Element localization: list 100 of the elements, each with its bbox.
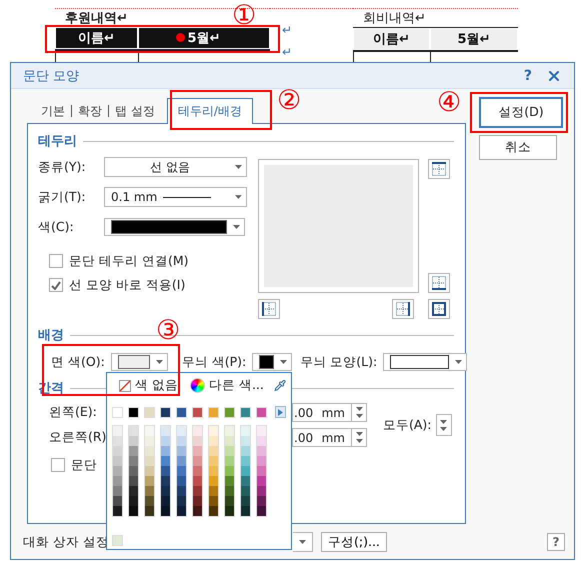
- cancel-button[interactable]: 취소: [479, 135, 557, 160]
- color-swatch[interactable]: [209, 426, 218, 436]
- color-swatch[interactable]: [241, 496, 250, 506]
- color-swatch[interactable]: [241, 486, 250, 496]
- color-swatch[interactable]: [145, 476, 154, 486]
- color-swatch[interactable]: [129, 506, 138, 516]
- color-swatch[interactable]: [241, 436, 250, 446]
- color-swatch[interactable]: [225, 476, 234, 486]
- color-swatch[interactable]: [161, 466, 170, 476]
- border-button[interactable]: [428, 299, 450, 319]
- color-swatch[interactable]: [112, 535, 123, 546]
- configure-button[interactable]: 구성(;)...: [321, 532, 387, 552]
- color-swatch[interactable]: [129, 456, 138, 466]
- color-swatch[interactable]: [145, 486, 154, 496]
- face-color-dropdown[interactable]: [110, 353, 168, 371]
- pattern-color-dropdown[interactable]: [252, 353, 292, 371]
- color-swatch[interactable]: [113, 456, 122, 466]
- color-swatch[interactable]: [257, 446, 266, 456]
- color-swatch[interactable]: [177, 426, 186, 436]
- color-swatch[interactable]: [112, 406, 123, 418]
- color-swatch[interactable]: [129, 426, 138, 436]
- tab[interactable]: 탭 설정: [109, 101, 161, 121]
- color-swatch[interactable]: [160, 406, 171, 418]
- checkbox[interactable]: [49, 254, 63, 268]
- color-swatch[interactable]: [177, 466, 186, 476]
- color-swatch[interactable]: [145, 456, 154, 466]
- pattern-shape-dropdown[interactable]: [383, 353, 468, 371]
- color-swatch[interactable]: [241, 426, 250, 436]
- border-button[interactable]: [392, 299, 414, 319]
- color-swatch[interactable]: [193, 466, 202, 476]
- color-swatch[interactable]: [225, 496, 234, 506]
- checkbox[interactable]: [49, 278, 63, 292]
- color-swatch[interactable]: [177, 496, 186, 506]
- color-swatch[interactable]: [193, 436, 202, 446]
- color-swatch[interactable]: [225, 466, 234, 476]
- color-swatch[interactable]: [129, 446, 138, 456]
- color-swatch[interactable]: [225, 456, 234, 466]
- color-swatch[interactable]: [257, 456, 266, 466]
- color-swatch[interactable]: [113, 486, 122, 496]
- color-swatch[interactable]: [225, 436, 234, 446]
- color-swatch[interactable]: [240, 406, 251, 418]
- color-swatch[interactable]: [145, 426, 154, 436]
- color-swatch[interactable]: [193, 506, 202, 516]
- color-swatch[interactable]: [161, 436, 170, 446]
- color-swatch[interactable]: [241, 446, 250, 456]
- color-swatch[interactable]: [256, 406, 267, 418]
- spin-field[interactable]: [436, 414, 452, 436]
- color-swatch[interactable]: [113, 446, 122, 456]
- color-swatch[interactable]: [209, 466, 218, 476]
- color-swatch[interactable]: [144, 406, 155, 418]
- color-swatch[interactable]: [193, 476, 202, 486]
- color-swatch[interactable]: [193, 486, 202, 496]
- color-swatch[interactable]: [113, 506, 122, 516]
- color-swatch[interactable]: [193, 426, 202, 436]
- color-swatch[interactable]: [177, 436, 186, 446]
- expand-button[interactable]: [275, 406, 286, 418]
- color-swatch[interactable]: [177, 456, 186, 466]
- color-swatch[interactable]: [209, 476, 218, 486]
- thickness-dropdown[interactable]: 0.1 mm: [104, 187, 247, 207]
- color-swatch[interactable]: [129, 466, 138, 476]
- color-swatch[interactable]: [192, 406, 203, 418]
- color-swatch[interactable]: [145, 506, 154, 516]
- color-swatch[interactable]: [129, 486, 138, 496]
- color-swatch[interactable]: [257, 476, 266, 486]
- color-swatch[interactable]: [257, 486, 266, 496]
- spin-field[interactable]: .00 mm: [292, 428, 367, 447]
- color-swatch[interactable]: [161, 506, 170, 516]
- tab[interactable]: 확장: [72, 101, 108, 121]
- color-swatch[interactable]: [177, 476, 186, 486]
- color-swatch[interactable]: [241, 466, 250, 476]
- color-swatch[interactable]: [145, 446, 154, 456]
- color-swatch[interactable]: [257, 466, 266, 476]
- help-button[interactable]: ?: [524, 68, 532, 84]
- color-swatch[interactable]: [161, 486, 170, 496]
- color-swatch[interactable]: [209, 446, 218, 456]
- color-swatch[interactable]: [113, 426, 122, 436]
- color-swatch[interactable]: [161, 446, 170, 456]
- border-button[interactable]: [428, 273, 450, 293]
- help-button[interactable]: ?: [547, 533, 565, 551]
- color-swatch[interactable]: [257, 426, 266, 436]
- spin-field[interactable]: .00 mm: [292, 403, 367, 422]
- color-swatch[interactable]: [209, 436, 218, 446]
- color-swatch[interactable]: [208, 406, 219, 418]
- color-swatch[interactable]: [161, 476, 170, 486]
- ok-button[interactable]: 설정(D): [479, 97, 563, 128]
- color-swatch[interactable]: [225, 486, 234, 496]
- border-button[interactable]: [258, 299, 280, 319]
- checkbox[interactable]: [51, 458, 65, 472]
- color-swatch[interactable]: [128, 406, 139, 418]
- color-swatch[interactable]: [209, 456, 218, 466]
- line-type-dropdown[interactable]: 선 없음: [104, 157, 247, 177]
- color-swatch[interactable]: [225, 446, 234, 456]
- color-swatch[interactable]: [193, 456, 202, 466]
- tab[interactable]: 테두리/배경: [166, 98, 253, 124]
- color-swatch[interactable]: [145, 466, 154, 476]
- color-swatch[interactable]: [161, 426, 170, 436]
- color-swatch[interactable]: [161, 496, 170, 506]
- color-swatch[interactable]: [145, 436, 154, 446]
- color-swatch[interactable]: [241, 476, 250, 486]
- color-swatch[interactable]: [129, 436, 138, 446]
